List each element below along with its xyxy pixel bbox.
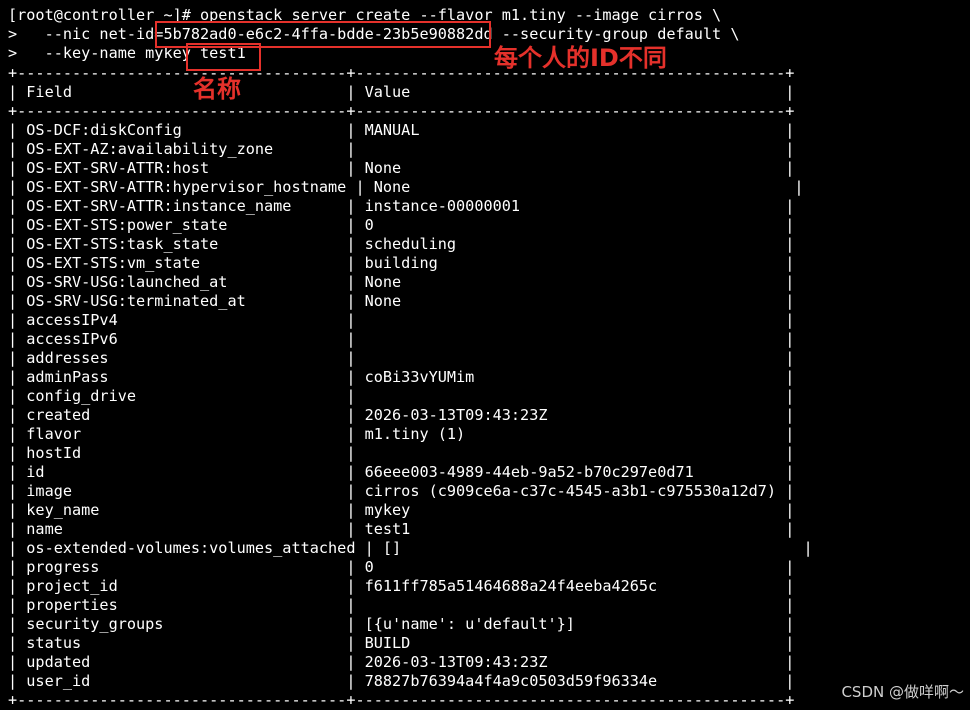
table-row: | OS-EXT-STS:power_state | 0 | <box>8 216 795 234</box>
id-annotation: 每个人的ID不同 <box>494 44 667 72</box>
table-row: | os-extended-volumes:volumes_attached |… <box>8 539 813 557</box>
table-row: | status | BUILD | <box>8 634 795 652</box>
table-border-top: +------------------------------------+--… <box>8 64 795 82</box>
table-row: | image | cirros (c909ce6a-c37c-4545-a3b… <box>8 482 795 500</box>
table-row: | OS-EXT-SRV-ATTR:host | None | <box>8 159 795 177</box>
table-row: | OS-EXT-SRV-ATTR:hypervisor_hostname | … <box>8 178 804 196</box>
table-row: | properties | | <box>8 596 795 614</box>
watermark: CSDN @做咩啊～ <box>841 683 964 701</box>
table-row: | OS-DCF:diskConfig | MANUAL | <box>8 121 795 139</box>
name-annotation: 名称 <box>193 75 241 103</box>
table-row: | addresses | | <box>8 349 795 367</box>
table-row: | name | test1 | <box>8 520 795 538</box>
table-row: | accessIPv4 | | <box>8 311 795 329</box>
table-row: | security_groups | [{u'name': u'default… <box>8 615 795 633</box>
table-border-mid: +------------------------------------+--… <box>8 102 795 120</box>
table-row: | project_id | f611ff785a51464688a24f4ee… <box>8 577 795 595</box>
table-row: | OS-SRV-USG:terminated_at | None | <box>8 292 795 310</box>
table-row: | adminPass | coBi33vYUMim | <box>8 368 795 386</box>
table-header: | Field | Value | <box>8 83 795 101</box>
table-row: | updated | 2026-03-13T09:43:23Z | <box>8 653 795 671</box>
table-row: | OS-EXT-STS:task_state | scheduling | <box>8 235 795 253</box>
table-row: | hostId | | <box>8 444 795 462</box>
table-row: | OS-EXT-STS:vm_state | building | <box>8 254 795 272</box>
table-border-bottom: +------------------------------------+--… <box>8 691 795 709</box>
table-row: | progress | 0 | <box>8 558 795 576</box>
table-row: | key_name | mykey | <box>8 501 795 519</box>
name-highlight-box <box>186 43 261 71</box>
table-row: | created | 2026-03-13T09:43:23Z | <box>8 406 795 424</box>
table-row: | OS-SRV-USG:launched_at | None | <box>8 273 795 291</box>
terminal-window[interactable]: [root@controller ~]# openstack server cr… <box>8 0 958 710</box>
table-row: | OS-EXT-SRV-ATTR:instance_name | instan… <box>8 197 795 215</box>
table-row: | OS-EXT-AZ:availability_zone | | <box>8 140 795 158</box>
table-row: | config_drive | | <box>8 387 795 405</box>
table-row: | flavor | m1.tiny (1) | <box>8 425 795 443</box>
table-row: | user_id | 78827b76394a4f4a9c0503d59f96… <box>8 672 795 690</box>
table-row: | id | 66eee003-4989-44eb-9a52-b70c297e0… <box>8 463 795 481</box>
table-row: | accessIPv6 | | <box>8 330 795 348</box>
